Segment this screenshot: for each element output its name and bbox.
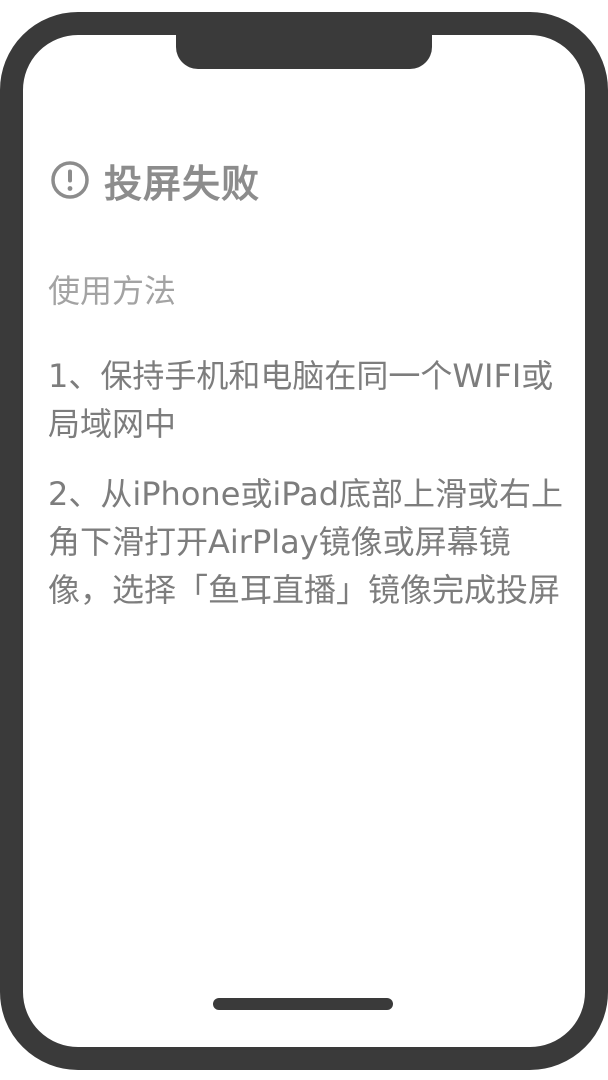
usage-heading: 使用方法	[48, 272, 177, 310]
instruction-step-2: 2、从iPhone或iPad底部上滑或右上角下滑打开AirPlay镜像或屏幕镜像…	[48, 475, 564, 609]
instruction-step-1: 1、保持手机和电脑在同一个WIFI或局域网中	[48, 357, 554, 443]
exclamation-circle-icon	[50, 160, 90, 200]
page-title: 投屏失败	[104, 161, 261, 206]
home-indicator[interactable]	[213, 998, 393, 1010]
error-header: 投屏失败	[50, 156, 260, 206]
phone-notch	[176, 12, 432, 69]
